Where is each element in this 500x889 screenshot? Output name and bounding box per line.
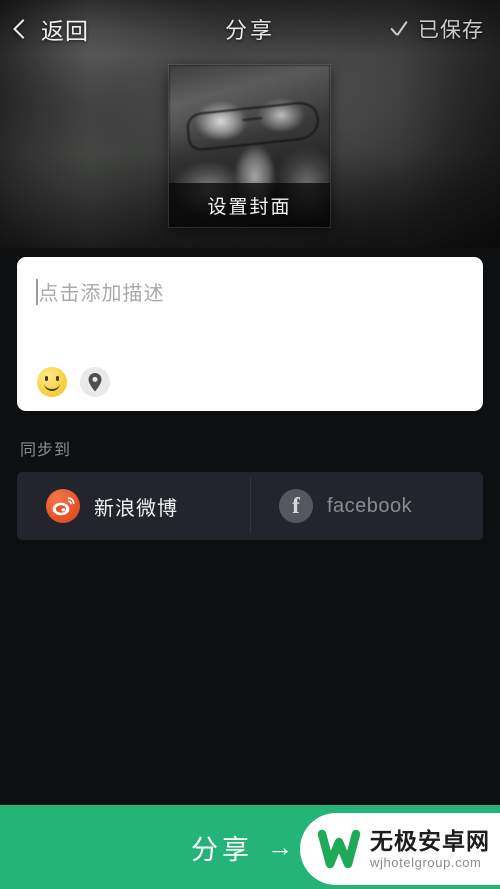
sync-item-weibo-label: 新浪微博: [94, 497, 178, 520]
sync-section-label: 同步到: [20, 442, 72, 459]
weibo-glyph: [52, 497, 75, 516]
sync-item-facebook-label: facebook: [327, 494, 413, 517]
description-toolbar: [37, 367, 110, 397]
saved-status-label: 已保存: [417, 19, 484, 42]
text-caret: [36, 278, 38, 305]
sync-item-facebook[interactable]: f facebook: [250, 472, 483, 540]
watermark-title: 无极安卓网: [370, 827, 490, 854]
top-bar: 返回 分享 已保存: [0, 0, 500, 58]
weibo-icon: [46, 489, 80, 523]
chevron-left-icon: [13, 19, 33, 39]
sync-item-weibo[interactable]: 新浪微博: [17, 472, 250, 540]
w-logo-icon: [317, 829, 361, 869]
sync-panel: 新浪微博 f facebook: [17, 472, 483, 540]
check-icon: [389, 19, 409, 39]
page-title: 分享: [224, 18, 275, 43]
saved-status[interactable]: 已保存: [364, 14, 484, 44]
share-button-content: 分享 →: [191, 828, 293, 867]
description-card[interactable]: 点击添加描述: [17, 257, 483, 411]
watermark-text: 无极安卓网 wjhotelgroup.com: [370, 827, 490, 870]
set-cover-label: 设置封面: [207, 196, 292, 218]
arrow-right-icon: →: [267, 832, 293, 862]
back-button[interactable]: 返回: [13, 12, 136, 46]
back-button-label: 返回: [41, 18, 89, 44]
cover-thumbnail[interactable]: 设置封面: [169, 65, 330, 227]
share-button-label: 分享: [191, 834, 253, 865]
description-input[interactable]: 点击添加描述: [36, 277, 165, 306]
watermark: 无极安卓网 wjhotelgroup.com: [300, 813, 500, 885]
location-pin-glyph: [88, 373, 102, 392]
description-placeholder: 点击添加描述: [38, 283, 165, 305]
set-cover-button[interactable]: 设置封面: [169, 183, 330, 227]
location-pin-icon[interactable]: [80, 367, 110, 397]
facebook-icon: f: [279, 489, 313, 523]
facebook-glyph: f: [292, 492, 300, 518]
watermark-url: wjhotelgroup.com: [370, 854, 482, 870]
emoji-icon[interactable]: [37, 367, 67, 397]
share-screen: 返回 分享 已保存 设置封面 点击添加描述 同步到 新浪微博 f faceboo…: [0, 0, 500, 889]
